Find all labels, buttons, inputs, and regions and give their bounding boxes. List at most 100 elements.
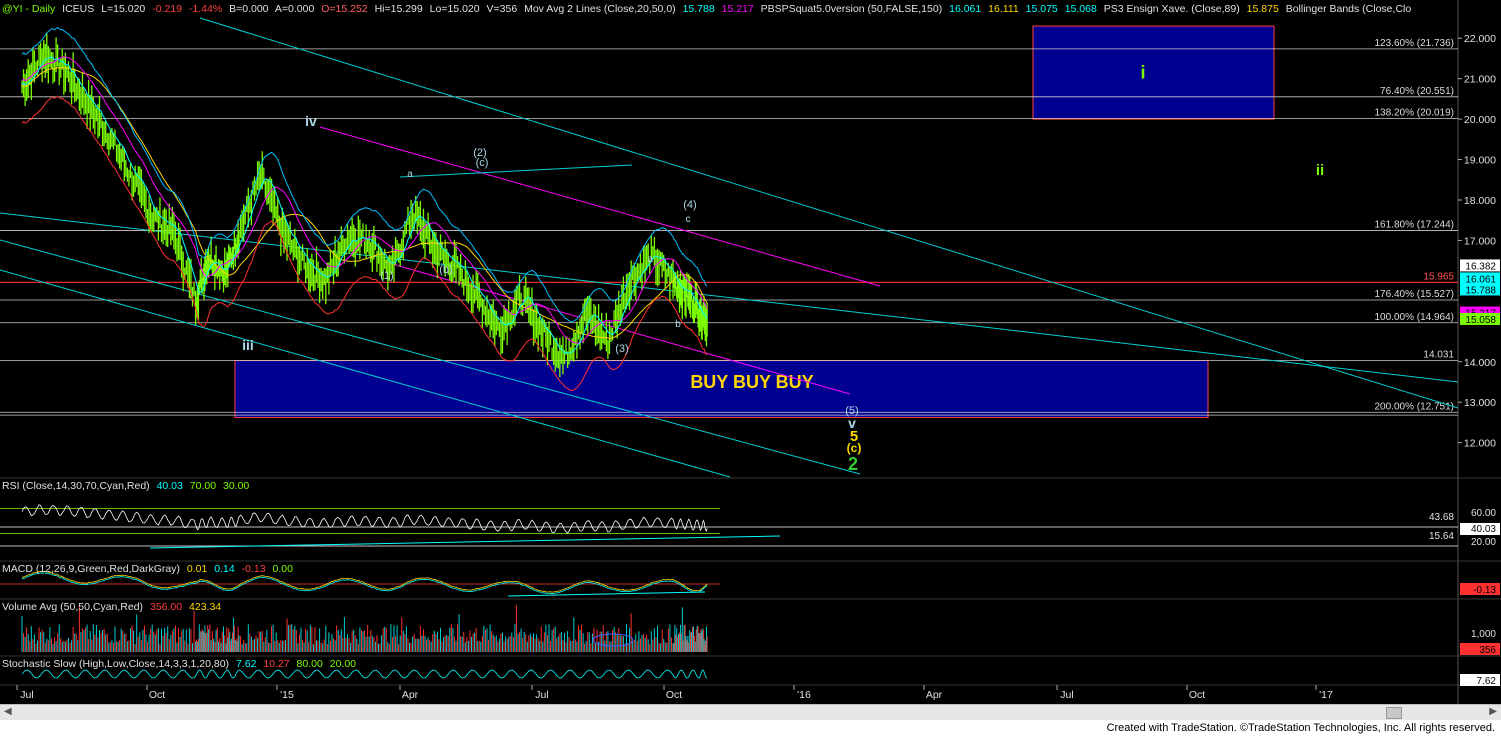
y-axis-label: 14.000 xyxy=(1464,357,1496,369)
wave-label: (c) xyxy=(847,441,862,455)
x-axis-label: Apr xyxy=(926,689,943,701)
horizontal-scrollbar[interactable]: ◀ ▶ xyxy=(0,704,1501,720)
stoch-d: 10.27 xyxy=(263,658,290,670)
wave-label: iii xyxy=(242,337,254,353)
volume-avg-label: Volume Avg (50,50,Cyan,Red) xyxy=(2,601,144,613)
rsi-axis-label: 60.00 xyxy=(1471,508,1496,519)
ma-value-2: 15.217 xyxy=(721,3,754,15)
y-axis-label: 12.000 xyxy=(1464,438,1496,450)
wave-label: (4) xyxy=(683,199,696,211)
ma20-line xyxy=(21,56,708,354)
price-value-tag-text: 15.058 xyxy=(1465,315,1496,326)
price-value-tag-text: 15.788 xyxy=(1465,285,1496,296)
price-header: @YI - Daily ICEUS L=15.020 -0.219 -1.44%… xyxy=(2,3,1415,15)
wave-label: ii xyxy=(1316,162,1324,179)
macd-signal: 0.14 xyxy=(214,563,235,575)
price-value-tag-text: 16.382 xyxy=(1465,261,1496,272)
net-change: -0.219 xyxy=(152,3,182,15)
rsi-axis-label: 40.03 xyxy=(1471,524,1496,535)
x-axis-label: Oct xyxy=(666,689,682,701)
volume-axis-label: 1,000 xyxy=(1471,629,1496,640)
wave-label: (b) xyxy=(439,264,452,276)
stoch-k: 7.62 xyxy=(235,658,257,670)
macd-axis-label: -0.13 xyxy=(1473,585,1496,596)
scroll-thumb[interactable] xyxy=(1386,707,1402,719)
magenta-channel-line xyxy=(319,126,881,287)
symbol-label: @YI - Daily xyxy=(2,3,56,15)
y-axis-label: 19.000 xyxy=(1464,155,1496,167)
rsi-axis-label: 20.00 xyxy=(1471,537,1496,548)
pbs-value-4: 15.068 xyxy=(1064,3,1097,15)
y-axis-label: 22.000 xyxy=(1464,33,1496,45)
low-label: Lo=15.020 xyxy=(429,3,480,15)
macd-header: MACD (12,26,9,Green,Red,DarkGray) 0.01 0… xyxy=(2,563,297,575)
stoch-header: Stochastic Slow (High,Low,Close,14,3,3,1… xyxy=(2,658,360,670)
open-label: O=15.252 xyxy=(321,3,368,15)
rsi-value: 40.03 xyxy=(156,480,183,492)
rsi-axis-label: 15.64 xyxy=(1429,531,1454,542)
wave-label: c xyxy=(686,214,691,225)
bid-label: B=0.000 xyxy=(229,3,269,15)
macd-zero: 0.00 xyxy=(272,563,293,575)
y-axis-label: 18.000 xyxy=(1464,195,1496,207)
copyright-text: Created with TradeStation. ©TradeStation… xyxy=(1106,722,1495,734)
price-bars-group xyxy=(21,33,708,378)
volume-label: V=356 xyxy=(486,3,518,15)
x-axis-label: '16 xyxy=(797,689,811,701)
wave-label: iv xyxy=(305,113,317,129)
wave-label: (c) xyxy=(476,157,489,169)
scroll-right-icon[interactable]: ▶ xyxy=(1489,706,1497,717)
fib-level-label: 138.20% (20.019) xyxy=(1374,107,1454,118)
x-axis-label: Oct xyxy=(149,689,165,701)
rsi-oversold: 30.00 xyxy=(222,480,250,492)
trend-channel-line xyxy=(0,212,1459,383)
macd-trend-line xyxy=(507,591,706,597)
stoch-upper: 80.00 xyxy=(296,658,323,670)
high-label: Hi=15.299 xyxy=(374,3,423,15)
fib-level-label: 14.031 xyxy=(1423,350,1454,361)
scroll-left-icon[interactable]: ◀ xyxy=(4,706,12,717)
pct-change: -1.44% xyxy=(188,3,223,15)
x-axis-label: '15 xyxy=(280,689,294,701)
fib-level-label: 176.40% (15.527) xyxy=(1374,289,1454,300)
stoch-lower: 20.00 xyxy=(329,658,357,670)
bollinger-label: Bollinger Bands (Close,Clo xyxy=(1285,3,1412,15)
pbs-value-2: 16.111 xyxy=(988,3,1019,15)
fib-level-label: 100.00% (14.964) xyxy=(1374,312,1454,323)
rsi-header: RSI (Close,14,30,70,Cyan,Red) 40.03 70.0… xyxy=(2,480,253,492)
ensign-value: 15.875 xyxy=(1246,3,1279,15)
buy-zone-label: BUY BUY BUY xyxy=(690,372,813,392)
fib-level-label: 15.965 xyxy=(1423,271,1454,282)
wave-label: 2 xyxy=(848,454,858,474)
y-axis-label: 13.000 xyxy=(1464,397,1496,409)
x-axis-label: Apr xyxy=(402,689,419,701)
x-axis-label: '17 xyxy=(1319,689,1333,701)
rsi-axis-label: 43.68 xyxy=(1429,512,1454,523)
macd-label: MACD (12,26,9,Green,Red,DarkGray) xyxy=(2,563,180,575)
footer: Created with TradeStation. ©TradeStation… xyxy=(0,720,1501,736)
exchange-label: ICEUS xyxy=(62,3,95,15)
x-axis-label: Jul xyxy=(1060,689,1073,701)
fib-level-label: 76.40% (20.551) xyxy=(1380,86,1454,97)
ma-value-1: 15.788 xyxy=(682,3,715,15)
volume-value: 356.00 xyxy=(149,601,183,613)
x-axis-label: Oct xyxy=(1189,689,1205,701)
fib-level-label: 161.80% (17.244) xyxy=(1374,220,1454,231)
rsi-line xyxy=(21,504,708,534)
stoch-line xyxy=(21,669,708,679)
rsi-label: RSI (Close,14,30,70,Cyan,Red) xyxy=(2,480,150,492)
wave-label: a xyxy=(407,169,413,180)
y-axis-label: 20.000 xyxy=(1464,114,1496,126)
fib-level-label: 123.60% (21.736) xyxy=(1374,38,1454,49)
x-axis-label: Jul xyxy=(20,689,33,701)
stoch-label: Stochastic Slow (High,Low,Close,14,3,3,1… xyxy=(2,658,230,670)
ask-label: A=0.000 xyxy=(274,3,315,15)
stoch-axis-label: 7.62 xyxy=(1477,676,1497,687)
target-zone-i-box xyxy=(1032,25,1275,120)
macd-value: 0.01 xyxy=(186,563,208,575)
y-axis-label: 17.000 xyxy=(1464,235,1496,247)
price-chart[interactable]: BUY BUY BUY i 123.60% (21.736) 76.40% (20.5… xyxy=(0,0,1501,704)
y-axis-label: 21.000 xyxy=(1464,74,1496,86)
x-axis-label: Jul xyxy=(535,689,548,701)
rsi-overbought: 70.00 xyxy=(189,480,217,492)
